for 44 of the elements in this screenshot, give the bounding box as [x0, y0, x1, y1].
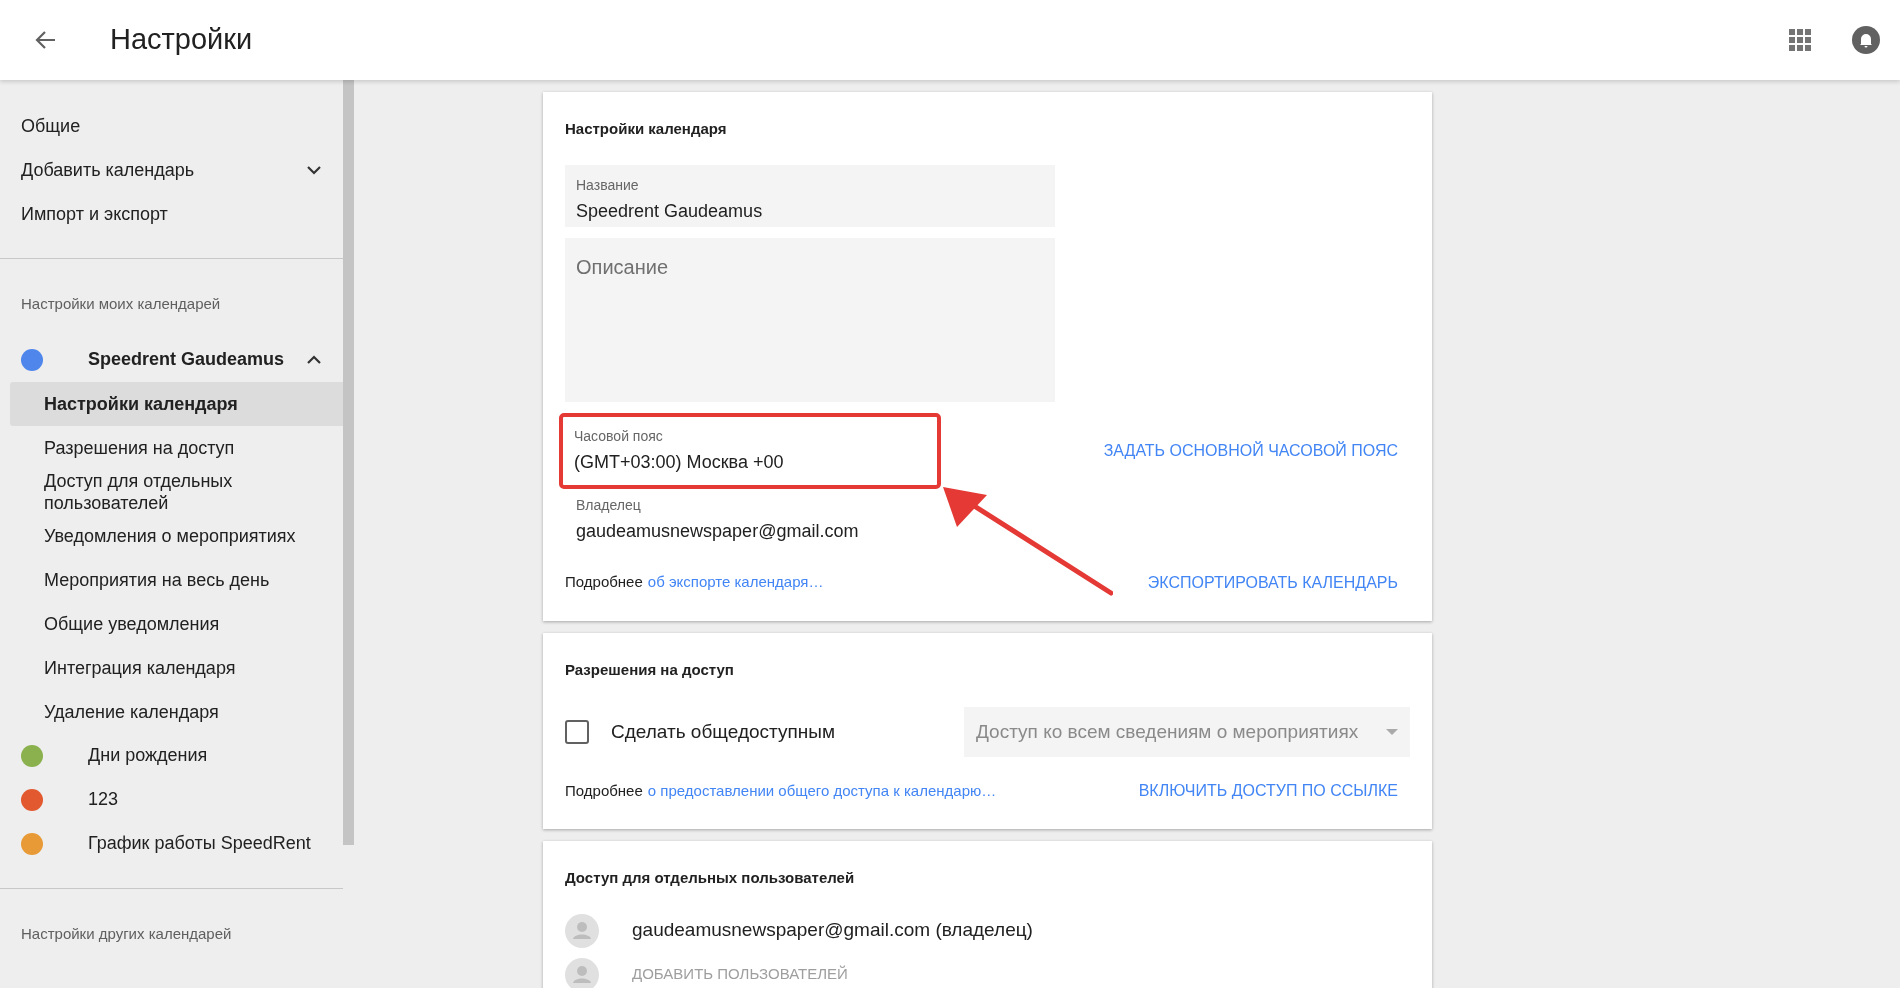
calendar-submenu-item[interactable]: Доступ для отдельных пользователей [10, 469, 343, 514]
card-title: Настройки календаря [565, 119, 728, 139]
calendar-submenu-item[interactable]: Разрешения на доступ [10, 425, 343, 470]
page-title: Настройки [110, 22, 253, 58]
name-field[interactable]: Название Speedrent Gaudeamus [565, 164, 1055, 227]
description-field[interactable]: Описание [565, 237, 1055, 402]
calendar-item[interactable]: Speedrent Gaudeamus [0, 337, 343, 382]
public-checkbox[interactable] [565, 720, 589, 744]
apps-grid-icon[interactable] [1788, 28, 1812, 52]
calendar-submenu-item[interactable]: Уведомления о мероприятиях [10, 513, 343, 558]
calendar-submenu-item[interactable]: Мероприятия на весь день [10, 557, 343, 602]
more-info-text: Подробнее [565, 572, 643, 593]
owner-label: Владелец [576, 495, 642, 515]
export-info-link[interactable]: об экспорте календаря… [647, 571, 824, 594]
scrollbar[interactable] [343, 80, 354, 845]
checkbox-label: Сделать общедоступным [611, 719, 836, 744]
sharing-info-link[interactable]: о предоставлении общего доступа к календарю… [647, 779, 997, 803]
calendar-submenu-item[interactable]: Удаление календаря [10, 689, 343, 734]
calendar-item[interactable]: Дни рождения [0, 733, 343, 778]
sidebar-item[interactable]: Импорт и экспорт [0, 192, 343, 236]
sidebar-item[interactable]: Добавить календарь [0, 148, 343, 192]
section-heading: Настройки других календарей [20, 923, 233, 944]
calendar-submenu-item[interactable]: Общие уведомления [10, 601, 343, 646]
dropdown-caret-icon [1386, 729, 1398, 735]
calendar-item[interactable]: График работы SpeedRent [0, 821, 343, 866]
more-info-text: Подробнее [565, 780, 643, 801]
section-heading: Настройки моих календарей [20, 294, 222, 314]
calendar-item[interactable]: 123 [0, 777, 343, 822]
card-title: Доступ для отдельных пользователей [565, 868, 856, 888]
card-title: Разрешения на доступ [565, 659, 735, 680]
user-email: gaudeamusnewspaper@gmail.com (владелец) [632, 918, 1033, 943]
sidebar-item[interactable]: Общие [0, 104, 343, 148]
chevron-icon [307, 165, 321, 175]
timezone-field[interactable]: Часовой пояс (GMT+03:00) Москва +00 [559, 412, 941, 489]
owner-email: gaudeamusnewspaper@gmail.com [576, 519, 860, 543]
export-calendar-button[interactable]: ЭКСПОРТИРОВАТЬ КАЛЕНДАРЬ [1147, 570, 1398, 595]
avatar-icon [565, 913, 599, 948]
bell-icon[interactable] [1852, 26, 1880, 54]
avatar-icon [565, 957, 599, 988]
set-timezone-button[interactable]: ЗАДАТЬ ОСНОВНОЙ ЧАСОВОЙ ПОЯС [1103, 438, 1398, 463]
chevron-icon [307, 355, 321, 364]
link-access-button[interactable]: ВКЛЮЧИТЬ ДОСТУП ПО ССЫЛКЕ [1138, 779, 1398, 803]
calendar-submenu-item[interactable]: Настройки календаря [10, 381, 343, 426]
calendar-submenu-item[interactable]: Интеграция календаря [10, 645, 343, 690]
